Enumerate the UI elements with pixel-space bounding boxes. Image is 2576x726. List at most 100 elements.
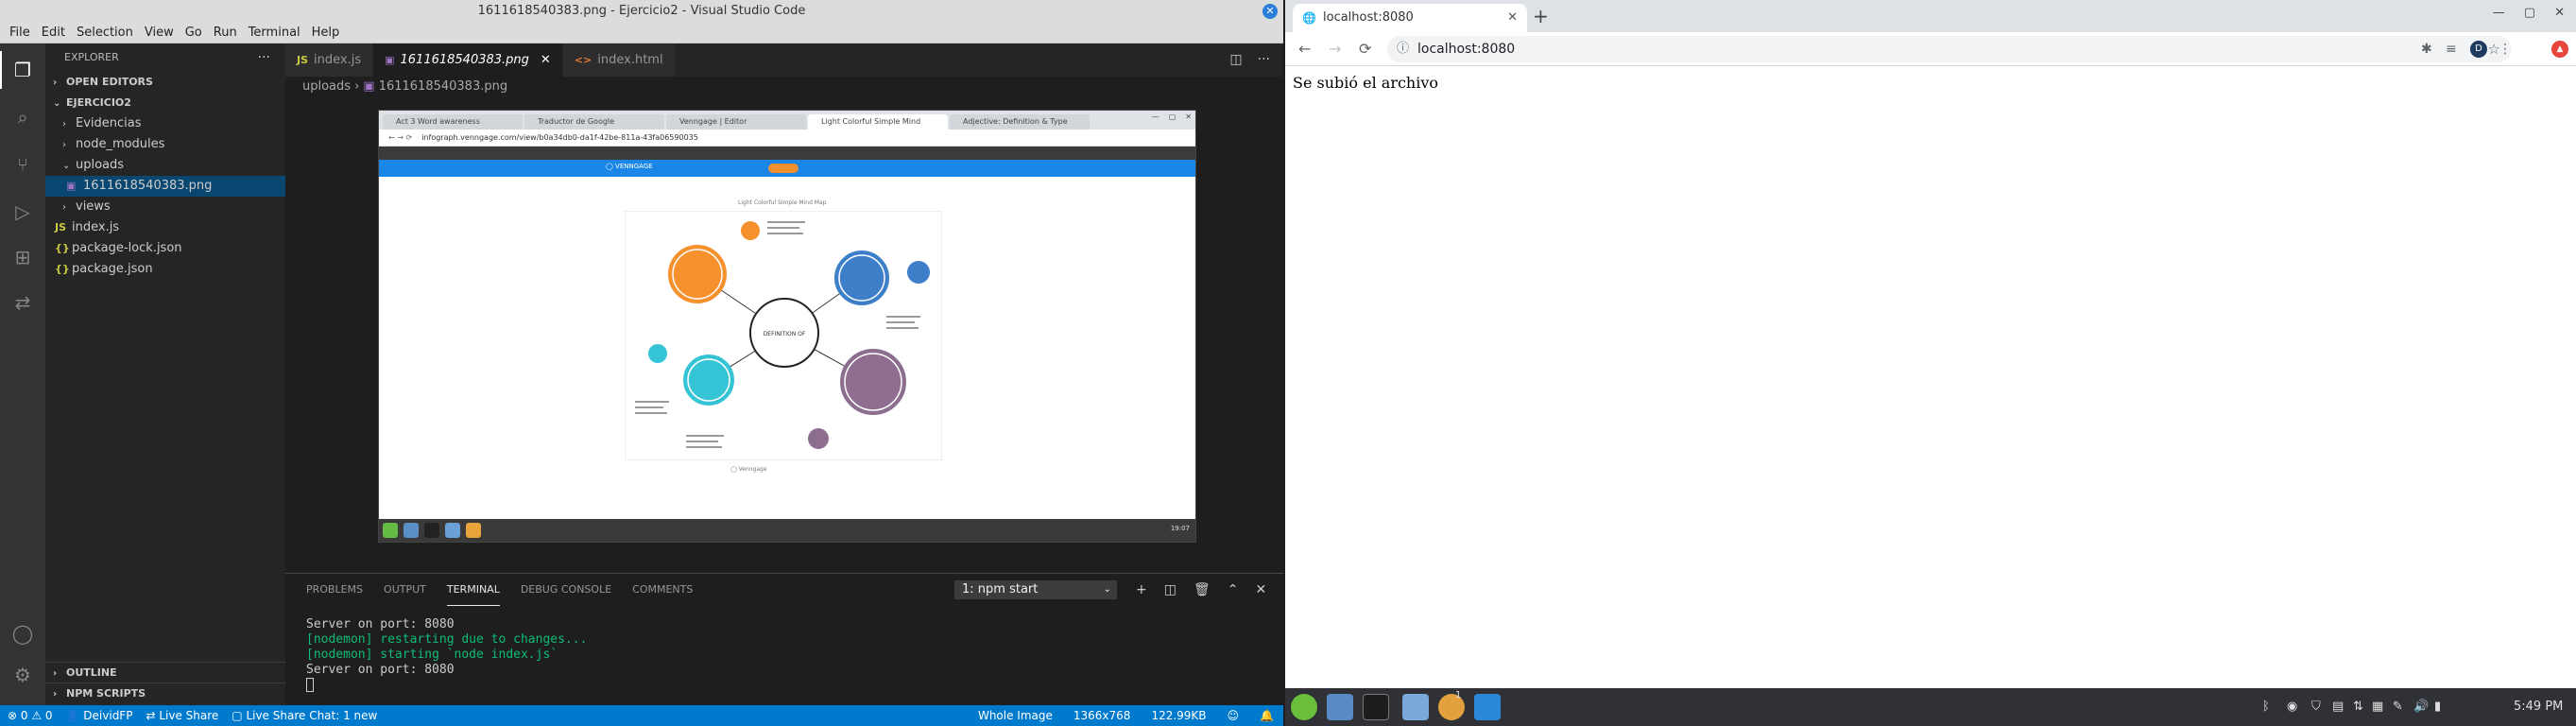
tab-png[interactable]: ▣ 1611618540383.png ✕	[373, 43, 563, 77]
tree-file-index-js[interactable]: JS index.js	[45, 217, 285, 238]
tree-folder-evidencias[interactable]: › Evidencias	[45, 113, 285, 134]
chrome-tab-bar: 🌐 localhost:8080 ✕ + — ▢ ✕	[1285, 0, 2576, 32]
tree-folder-node-modules[interactable]: › node_modules	[45, 134, 285, 155]
menu-terminal[interactable]: Terminal	[243, 26, 306, 40]
more-menu-icon[interactable]: ⋮	[2499, 32, 2512, 66]
tab-debug-console[interactable]: DEBUG CONSOLE	[521, 574, 611, 606]
breadcrumb-item[interactable]: uploads	[302, 79, 351, 94]
reload-icon[interactable]: ⟳	[1359, 32, 1371, 66]
menu-edit[interactable]: Edit	[36, 26, 71, 40]
feedback-icon[interactable]: ☺	[1228, 705, 1240, 726]
terminal-select[interactable]: 1: npm start ⌄	[954, 580, 1117, 599]
reading-list-icon[interactable]: ≡	[2446, 32, 2457, 66]
close-panel-icon[interactable]: ✕	[1255, 574, 1266, 606]
more-actions-icon[interactable]: ···	[1258, 43, 1270, 77]
user-status[interactable]: 👤 DeividFP	[66, 705, 133, 726]
clock[interactable]: 5:49 PM	[2514, 688, 2563, 726]
tree-file-png[interactable]: ▣ 1611618540383.png	[45, 176, 285, 197]
tab-index-js[interactable]: JS index.js	[285, 43, 374, 77]
address-bar[interactable]: ⓘ localhost:8080 ☆	[1387, 36, 2512, 62]
battery-icon[interactable]: ▮	[2434, 688, 2441, 726]
npm-scripts-section[interactable]: › NPM SCRIPTS	[45, 683, 285, 703]
tab-output[interactable]: OUTPUT	[384, 574, 426, 606]
back-icon[interactable]: ←	[1298, 32, 1311, 66]
tab-terminal[interactable]: TERMINAL	[446, 574, 500, 606]
vscode-title-bar: 1611618540383.png - Ejercicio2 - Visual …	[0, 0, 1283, 23]
terminal-icon[interactable]	[1363, 694, 1389, 720]
info-icon[interactable]: ⓘ	[1397, 36, 1409, 62]
bluetooth-icon[interactable]: ᛒ	[2262, 688, 2270, 726]
files-folder-icon[interactable]	[1402, 694, 1429, 720]
menu-file[interactable]: File	[4, 26, 36, 40]
clipboard-icon[interactable]: ▦	[2372, 688, 2383, 726]
run-debug-icon[interactable]: ▷	[11, 200, 34, 223]
preview-canvas: Light Colorful Simple Mind Map DEFINITIO…	[379, 196, 1195, 500]
explorer-title: EXPLORER	[64, 51, 119, 63]
tab-problems[interactable]: PROBLEMS	[306, 574, 363, 606]
maximize-panel-icon[interactable]: ⌃	[1228, 574, 1239, 606]
minimize-icon[interactable]: —	[2493, 6, 2505, 20]
live-share-icon[interactable]: ⇄	[11, 291, 34, 314]
menu-selection[interactable]: Selection	[71, 26, 139, 40]
editor-tabs: JS index.js ▣ 1611618540383.png ✕ <> index.h…	[285, 43, 1283, 77]
settings-gear-icon[interactable]: ⚙	[11, 664, 34, 686]
footer-label: Venngage	[738, 466, 767, 473]
image-preview: Act 3 Word awareness Traductor de Google…	[378, 110, 1196, 543]
terminal-line: [nodemon] restarting due to changes...	[306, 632, 588, 647]
outline-section[interactable]: › OUTLINE	[45, 662, 285, 683]
network-icon[interactable]: ⇅	[2353, 688, 2363, 726]
vscode-icon[interactable]	[1474, 694, 1501, 720]
extensions-icon[interactable]: ⊞	[11, 246, 34, 268]
explorer-icon[interactable]: ❐	[11, 59, 34, 81]
notes-icon[interactable]: ▤	[2332, 688, 2344, 726]
discord-icon[interactable]: ◉	[2287, 688, 2297, 726]
tree-folder-views[interactable]: › views	[45, 197, 285, 217]
sound-icon[interactable]: 🔊	[2413, 688, 2429, 726]
split-terminal-icon[interactable]: ◫	[1164, 574, 1176, 606]
maximize-icon[interactable]: ▢	[2524, 6, 2535, 20]
open-editors-section[interactable]: › OPEN EDITORS	[45, 72, 285, 93]
tab-comments[interactable]: COMMENTS	[632, 574, 693, 606]
shield-icon[interactable]: ⛉	[2311, 688, 2321, 726]
menu-go[interactable]: Go	[180, 26, 208, 40]
live-share-status[interactable]: ⇄ Live Share	[146, 705, 218, 726]
search-icon[interactable]: ⌕	[11, 106, 34, 129]
project-section[interactable]: ⌄ EJERCICIO2	[45, 93, 285, 113]
live-share-chat-status[interactable]: ▢ Live Share Chat: 1 new	[232, 705, 377, 726]
split-editor-icon[interactable]: ◫	[1229, 43, 1242, 77]
close-tab-icon[interactable]: ✕	[541, 43, 551, 77]
menu-help[interactable]: Help	[306, 26, 346, 40]
close-icon[interactable]: ✕	[2554, 6, 2565, 20]
source-control-icon[interactable]: ⑂	[11, 153, 34, 176]
more-actions-icon[interactable]: ···	[258, 43, 270, 72]
profile-avatar[interactable]: D	[2470, 41, 2487, 58]
npm-scripts-label: NPM SCRIPTS	[66, 687, 146, 700]
tab-index-html[interactable]: <> index.html	[562, 43, 676, 77]
problems-status[interactable]: ⊗ 0 ⚠ 0	[8, 705, 53, 726]
close-tab-icon[interactable]: ✕	[1507, 4, 1518, 32]
menu-icon[interactable]	[1291, 694, 1317, 720]
terminal-output[interactable]: Server on port: 8080 [nodemon] restartin…	[285, 606, 1283, 693]
notifications-icon[interactable]: 🔔	[1260, 705, 1274, 726]
show-desktop-icon[interactable]	[1327, 694, 1353, 720]
update-badge-icon[interactable]: ▲	[2551, 41, 2568, 58]
tree-file-package-lock[interactable]: {} package-lock.json	[45, 238, 285, 259]
forward-icon[interactable]: →	[1329, 32, 1341, 66]
kill-terminal-icon[interactable]: 🗑	[1194, 574, 1211, 606]
account-icon[interactable]: ◯	[11, 622, 34, 645]
chevron-right-icon: ›	[53, 78, 58, 88]
zoom-status[interactable]: Whole Image	[978, 705, 1053, 726]
menu-run[interactable]: Run	[208, 26, 243, 40]
chrome-tab[interactable]: 🌐 localhost:8080 ✕	[1293, 4, 1527, 32]
new-tab-button[interactable]: +	[1533, 4, 1549, 28]
tree-folder-uploads[interactable]: ⌄ uploads	[45, 155, 285, 176]
close-window-icon[interactable]: ✕	[1262, 4, 1278, 19]
edit-icon[interactable]: ✎	[2393, 688, 2403, 726]
preview-nav-icons: ← → ⟳	[388, 133, 413, 142]
terminal-line: Server on port: 8080	[306, 617, 455, 631]
menu-view[interactable]: View	[139, 26, 180, 40]
breadcrumb-item[interactable]: 1611618540383.png	[379, 79, 507, 94]
tree-file-package-json[interactable]: {} package.json	[45, 259, 285, 280]
extensions-icon[interactable]: ✱	[2421, 32, 2432, 66]
new-terminal-icon[interactable]: +	[1136, 574, 1147, 606]
